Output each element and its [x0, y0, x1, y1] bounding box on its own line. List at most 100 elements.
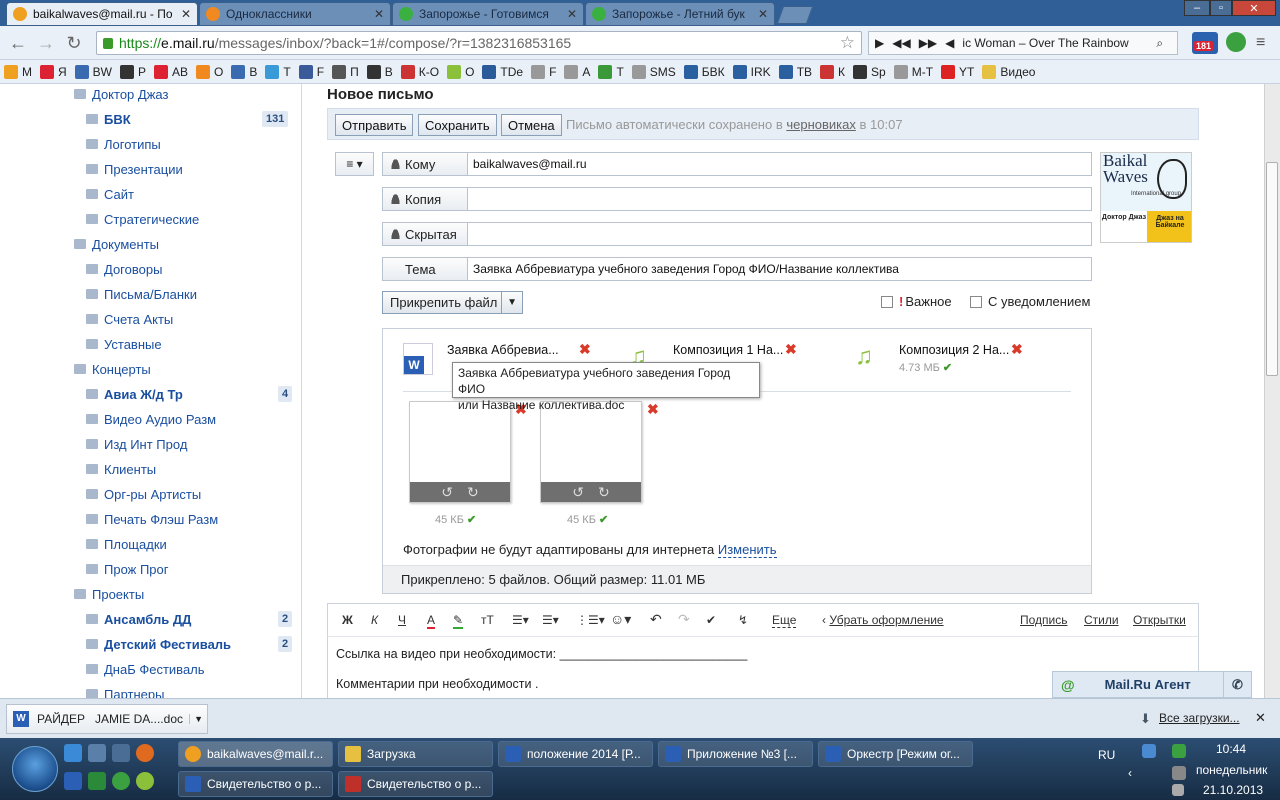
translit-icon[interactable]: ↯ — [738, 613, 748, 627]
photo-thumbnail[interactable]: ↺ ↻ — [409, 401, 511, 503]
chevron-down-icon[interactable]: ▼ — [501, 292, 522, 313]
back-arrow-icon[interactable]: ← — [6, 31, 30, 55]
bookmark-item[interactable]: F — [298, 64, 324, 79]
emoji-icon[interactable]: ☺▾ — [610, 611, 631, 628]
tab-zaporozhye-2[interactable]: Запорожье - Летний бук ✕ — [585, 2, 775, 26]
more-button[interactable]: Еще — [772, 613, 797, 628]
ie-icon[interactable] — [64, 744, 82, 762]
sidebar-folder-item[interactable]: Проекты — [74, 584, 144, 604]
tab-mail[interactable]: baikalwaves@mail.ru - По ✕ — [6, 2, 198, 26]
bookmark-item[interactable]: П — [332, 64, 359, 79]
indent-icon[interactable]: ☰▾ — [542, 613, 559, 627]
mail-notifier-icon[interactable]: 181 — [1192, 32, 1218, 54]
sidebar-folder-item[interactable]: Письма/Бланки — [86, 284, 197, 304]
sidebar-folder-item[interactable]: Площадки — [86, 534, 167, 554]
new-tab-button[interactable] — [776, 6, 814, 24]
desktop-icon[interactable] — [112, 744, 130, 762]
redo-icon[interactable]: ↷ — [678, 611, 690, 628]
taskbar-button-word[interactable]: Приложение №3 [... — [658, 741, 813, 767]
bookmark-item[interactable]: SMS — [631, 64, 676, 79]
maximize-button[interactable]: ▫ — [1210, 0, 1232, 16]
postcards-link[interactable]: Открытки — [1133, 613, 1186, 627]
underline-button[interactable]: Ч — [398, 613, 406, 627]
reload-icon[interactable]: ↻ — [62, 31, 86, 55]
cancel-button[interactable]: Отмена — [501, 114, 562, 136]
volume-icon[interactable] — [1172, 784, 1184, 796]
bookmark-item[interactable]: К-О — [400, 64, 439, 79]
forward-arrow-icon[interactable]: → — [34, 31, 58, 55]
start-button[interactable] — [12, 746, 58, 792]
important-option[interactable]: ! Важное — [881, 294, 952, 309]
taskbar-button-word[interactable]: Свидетельство о р... — [178, 771, 333, 797]
bookmark-item[interactable]: F — [531, 64, 556, 79]
sidebar-folder-item[interactable]: БВК — [86, 109, 131, 129]
download-item[interactable]: W РАЙДЕР JAMIE DA....doc ▼ — [6, 703, 208, 734]
forward-icon[interactable]: ▶▶ — [919, 36, 937, 50]
bookmark-item[interactable]: TDe — [482, 64, 523, 79]
undo-icon[interactable]: ↶ — [650, 611, 662, 628]
rotate-left-icon[interactable]: ↺ — [572, 484, 584, 501]
rotate-left-icon[interactable]: ↺ — [441, 484, 453, 501]
sidebar-folder-item[interactable]: Клиенты — [86, 459, 156, 479]
important-checkbox[interactable] — [881, 295, 893, 308]
sidebar-folder-item[interactable]: Договоры — [86, 259, 162, 279]
close-icon[interactable]: ✕ — [1255, 710, 1266, 726]
bookmark-item[interactable]: В — [366, 64, 393, 79]
bookmark-item[interactable]: Я — [40, 64, 67, 79]
sidebar-folder-item[interactable]: Детский Фестиваль — [86, 634, 231, 654]
notify-option[interactable]: С уведомлением — [970, 294, 1090, 309]
tab-odnoklassniki[interactable]: Одноклассники ✕ — [199, 2, 391, 26]
sidebar-folder-item[interactable]: Орг-ры Артисты — [86, 484, 201, 504]
highlight-icon[interactable]: ✎ — [453, 613, 464, 629]
bookmark-item[interactable]: Р — [120, 64, 146, 79]
align-icon[interactable]: ☰▾ — [512, 613, 529, 627]
drafts-link[interactable]: черновиках — [786, 117, 856, 132]
sidebar-folder-item[interactable]: Стратегические — [86, 209, 199, 229]
close-window-button[interactable]: ✕ — [1232, 0, 1276, 16]
volume-icon[interactable]: ◀ — [945, 36, 954, 50]
taskbar-button-word[interactable]: положение 2014 [Р... — [498, 741, 653, 767]
sidebar-folder-item[interactable]: Авиа Ж/д Тр — [86, 384, 183, 404]
bcc-field-button[interactable]: Скрытая — [382, 222, 468, 246]
play-icon[interactable]: ▶ — [875, 36, 884, 50]
sidebar-folder-item[interactable]: Документы — [74, 234, 159, 254]
signature-link[interactable]: Подпись — [1020, 613, 1068, 627]
photo-thumbnail[interactable]: ↺ ↻ — [540, 401, 642, 503]
bookmark-item[interactable]: Sp — [853, 64, 886, 79]
delete-attachment-icon[interactable]: ✖ — [579, 341, 591, 358]
delete-attachment-icon[interactable]: ✖ — [785, 341, 797, 358]
subject-input[interactable]: Заявка Аббревиатура учебного заведения Г… — [467, 257, 1092, 281]
to-input[interactable]: baikalwaves@mail.ru — [467, 152, 1092, 176]
sidebar-folder-item[interactable]: ДнаБ Фестиваль — [86, 659, 205, 679]
spellcheck-icon[interactable]: ✔ — [706, 613, 716, 627]
rewind-icon[interactable]: ◀◀ — [892, 36, 910, 50]
bookmark-item[interactable]: М-Т — [893, 64, 933, 79]
cc-field-button[interactable]: Копия — [382, 187, 468, 211]
icq-icon[interactable] — [112, 772, 130, 790]
explorer-icon[interactable] — [88, 744, 106, 762]
all-downloads-link[interactable]: Все загрузки... — [1159, 711, 1240, 725]
font-size-button[interactable]: тТ — [481, 613, 494, 627]
phone-icon[interactable]: ✆ — [1223, 672, 1251, 697]
taskbar-button-word[interactable]: Оркестр [Режим ог... — [818, 741, 973, 767]
wrench-icon[interactable]: ≡ — [1256, 34, 1265, 52]
bookmark-item[interactable]: Т — [598, 64, 624, 79]
cc-input[interactable] — [467, 187, 1092, 211]
close-icon[interactable]: ✕ — [374, 7, 384, 21]
star-icon[interactable]: ☆ — [840, 33, 855, 53]
bookmark-item[interactable]: АВ — [154, 64, 188, 79]
bookmark-item[interactable]: К — [820, 64, 845, 79]
sidebar-folder-item[interactable]: Изд Инт Прод — [86, 434, 187, 454]
sidebar-folder-item[interactable]: Сайт — [86, 184, 134, 204]
bookmark-item[interactable]: БВК — [683, 64, 725, 79]
clear-format-button[interactable]: ‹ Убрать оформление — [822, 613, 944, 627]
sidebar-folder-item[interactable]: Прож Прог — [86, 559, 169, 579]
bold-button[interactable]: Ж — [342, 613, 353, 627]
chevron-down-icon[interactable]: ▼ — [189, 713, 207, 724]
styles-link[interactable]: Стили — [1084, 613, 1119, 627]
sidebar-folder-item[interactable]: Видео Аудио Разм — [86, 409, 216, 429]
sidebar-folder-item[interactable]: Концерты — [74, 359, 151, 379]
mailru-agent-panel[interactable]: @ Mail.Ru Агент ✆ — [1052, 671, 1252, 698]
bookmark-item[interactable]: О — [196, 64, 223, 79]
to-field-button[interactable]: Кому — [382, 152, 468, 176]
